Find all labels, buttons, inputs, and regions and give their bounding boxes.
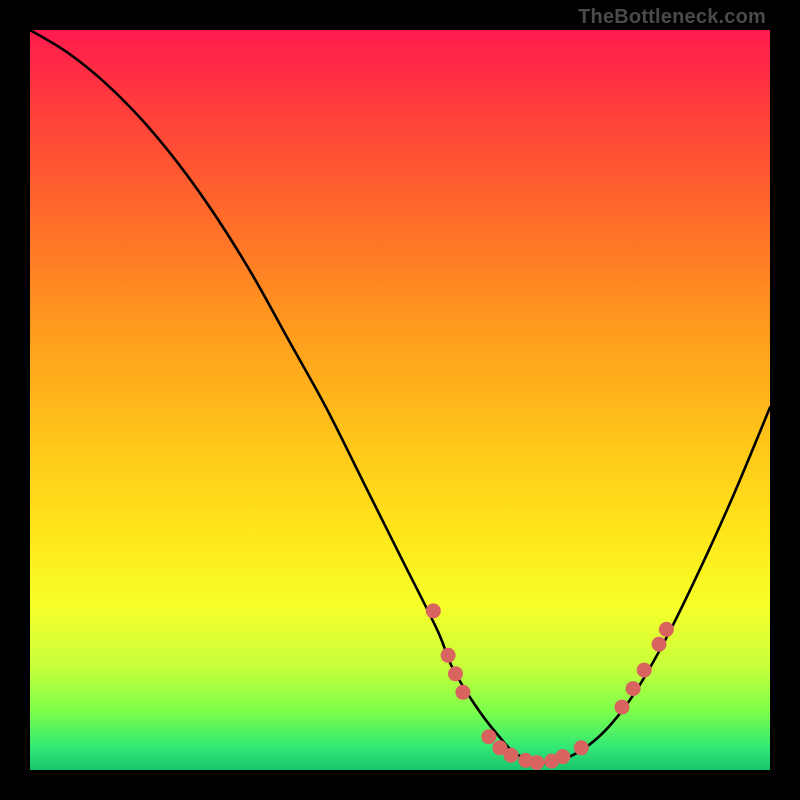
data-point — [504, 748, 519, 763]
data-point — [615, 700, 630, 715]
data-point — [529, 755, 544, 770]
data-points — [426, 603, 674, 770]
watermark-text: TheBottleneck.com — [578, 6, 766, 29]
bottleneck-curve — [30, 30, 770, 763]
data-point — [626, 681, 641, 696]
data-point — [637, 663, 652, 678]
plot-area — [30, 30, 770, 770]
data-point — [441, 648, 456, 663]
data-point — [659, 622, 674, 637]
data-point — [426, 603, 441, 618]
data-point — [555, 749, 570, 764]
chart-stage: TheBottleneck.com — [0, 0, 800, 800]
data-point — [574, 740, 589, 755]
data-point — [455, 685, 470, 700]
data-point — [448, 666, 463, 681]
data-point — [652, 637, 667, 652]
data-point — [481, 729, 496, 744]
chart-svg — [30, 30, 770, 770]
